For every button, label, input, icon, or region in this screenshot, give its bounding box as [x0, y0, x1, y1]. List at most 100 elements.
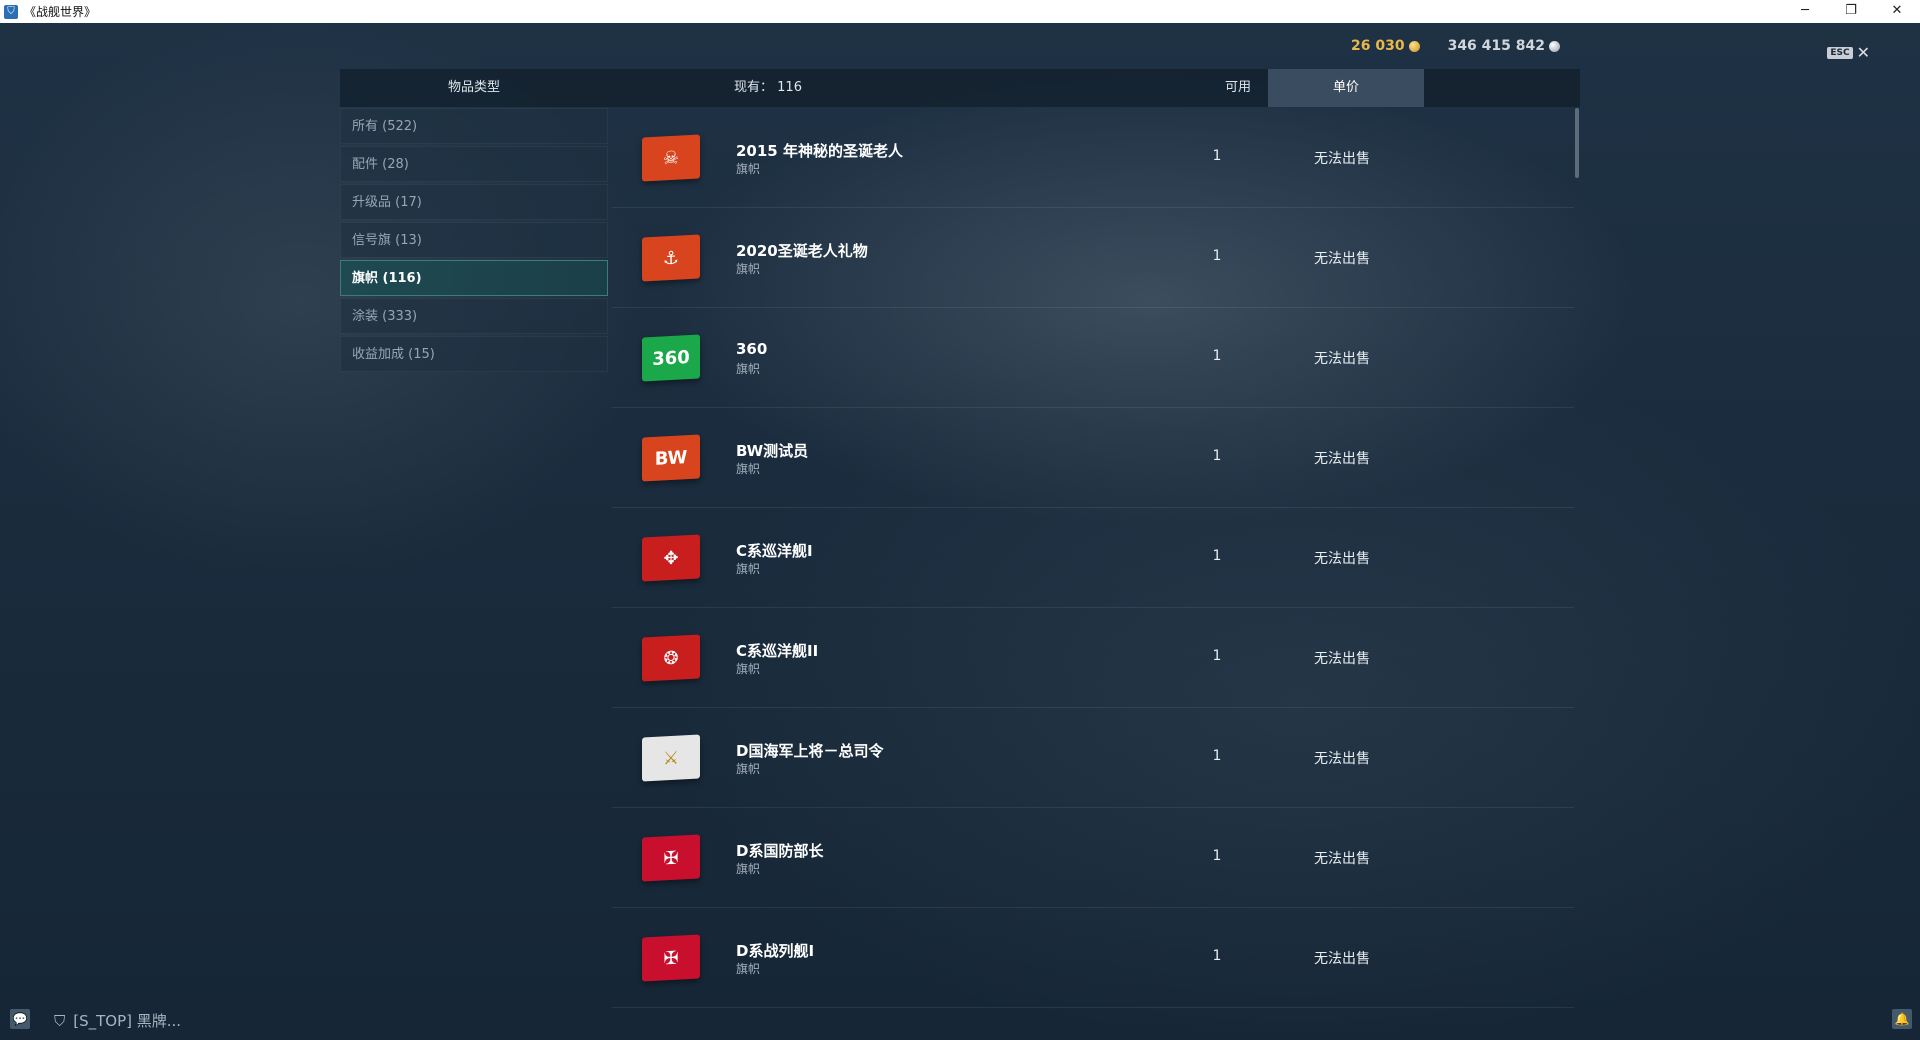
silver-balance: 346 415 842 — [1448, 38, 1560, 54]
table-row[interactable]: ☠ 2015 年神秘的圣诞老人旗帜 1 无法出售 — [612, 108, 1574, 208]
shield-icon: ⛉ — [4, 4, 18, 19]
crossed-swords-flag-icon: ⚔ — [642, 734, 700, 782]
category-item[interactable]: 升级品 (17) — [340, 184, 608, 220]
table-row[interactable]: 360 360 旗帜 1 无法出售 — [612, 308, 1574, 408]
anchor-flag-icon: ⚓ — [642, 234, 700, 282]
item-available: 1 — [1212, 948, 1222, 964]
credit-icon — [1549, 40, 1560, 52]
360-flag-icon: 360 — [642, 334, 700, 382]
eagle-flag-icon: ✠ — [642, 934, 700, 982]
item-name: BW测试员 — [736, 442, 809, 460]
item-name: 360 — [736, 340, 768, 358]
doubloon-icon — [1408, 40, 1420, 52]
inventory-header: 物品类型 现有： 116 可用 单价 — [340, 69, 1580, 107]
restore-button[interactable]: ❐ — [1828, 0, 1874, 23]
item-name: C系巡洋舰I — [736, 542, 813, 560]
item-price: 无法出售 — [1314, 851, 1370, 867]
item-price: 无法出售 — [1314, 651, 1370, 667]
item-type-header: 物品类型 — [447, 80, 500, 95]
bottom-bar: 💬 ⛉ [S_TOP] 黑牌... 🔔 — [0, 1002, 1920, 1040]
owned-count-label: 现有： — [734, 80, 774, 95]
item-price: 无法出售 — [1314, 951, 1370, 967]
flag-glyph: ⚔ — [662, 747, 680, 769]
flag-glyph: ⚓ — [662, 247, 680, 269]
clan-shield-icon: ⛉ — [54, 1011, 66, 1030]
category-item[interactable]: 所有 (522) — [340, 108, 608, 144]
esc-key-label: ESC — [1827, 46, 1853, 59]
item-available: 1 — [1212, 548, 1222, 564]
table-row[interactable]: ⚓ 2020圣诞老人礼物旗帜 1 无法出售 — [612, 208, 1574, 308]
item-type: 旗帜 — [736, 362, 761, 376]
item-type: 旗帜 — [736, 562, 761, 576]
flag-glyph: ✠ — [663, 947, 679, 969]
santa-flag-icon: ☠ — [642, 134, 700, 182]
item-price: 无法出售 — [1314, 351, 1370, 367]
flag-glyph: ❂ — [663, 647, 679, 669]
esc-close-button[interactable]: ESC ✕ — [1827, 43, 1870, 62]
gold-balance: 26 030 — [1351, 38, 1420, 54]
close-window-button[interactable]: ✕ — [1874, 0, 1920, 23]
iron-cross-flag-icon: ✠ — [642, 834, 700, 882]
item-list: ☠ 2015 年神秘的圣诞老人 旗帜 1 无法出售 ⚓ 2020圣诞老人礼物 旗帜 1 无法出售 3… — [612, 108, 1574, 1010]
item-available: 1 — [1212, 248, 1222, 264]
item-available: 1 — [1212, 748, 1222, 764]
item-price: 无法出售 — [1314, 251, 1370, 267]
flag-glyph: ☠ — [662, 147, 680, 169]
category-item[interactable]: 收益加成 (15) — [340, 336, 608, 372]
table-row[interactable]: BW BW测试员旗帜 1 无法出售 — [612, 408, 1574, 508]
category-item[interactable]: 旗帜 (116) — [340, 260, 608, 296]
item-type: 旗帜 — [736, 262, 761, 276]
item-type: 旗帜 — [736, 862, 761, 876]
item-available: 1 — [1212, 648, 1222, 664]
item-type: 旗帜 — [736, 962, 761, 976]
bell-icon[interactable]: 🔔 — [1892, 1009, 1912, 1029]
close-icon: ✕ — [1856, 43, 1870, 62]
category-sidebar: 所有 (522) 配件 (28) 升级品 (17) 信号旗 (13) 旗帜 (116) 涂… — [340, 108, 608, 374]
item-available: 1 — [1212, 448, 1222, 464]
item-type: 旗帜 — [736, 162, 761, 176]
item-name: C系巡洋舰II — [736, 642, 819, 660]
owned-count-value: 116 — [777, 80, 802, 95]
item-type: 旗帜 — [736, 662, 761, 676]
item-type: 旗帜 — [736, 762, 761, 776]
item-available: 1 — [1212, 848, 1222, 864]
item-name: D系战列舰I — [736, 942, 815, 960]
gold-amount: 26 030 — [1350, 38, 1405, 54]
table-row[interactable]: ✠ D系战列舰I 旗帜 1 无法出售 — [612, 908, 1574, 1008]
item-available: 1 — [1212, 148, 1222, 164]
available-column-header[interactable]: 可用 — [1200, 69, 1276, 107]
emblem-flag-icon: ❂ — [642, 634, 700, 682]
clan-text: [S_TOP] 黑牌... — [73, 1012, 182, 1030]
price-column-header[interactable]: 单价 — [1268, 69, 1424, 107]
table-row[interactable]: ❂ C系巡洋舰II 旗帜 1 无法出售 — [612, 608, 1574, 708]
category-item[interactable]: 信号旗 (13) — [340, 222, 608, 258]
list-scrollbar[interactable] — [1575, 108, 1579, 178]
bw-flag-icon: BW — [642, 434, 700, 482]
item-price: 无法出售 — [1314, 451, 1370, 467]
table-row[interactable]: ✠ D系国防部长旗帜 1 无法出售 — [612, 808, 1574, 908]
item-available: 1 — [1212, 348, 1222, 364]
ornament-flag-icon: ✥ — [642, 534, 700, 582]
item-price: 无法出售 — [1314, 151, 1370, 167]
table-row[interactable]: ⚔ D国海军上将－总司令旗帜 1 无法出售 — [612, 708, 1574, 808]
flag-glyph: BW — [654, 446, 688, 470]
item-name: D国海军上将－总司令 — [736, 742, 884, 760]
flag-glyph: ✠ — [663, 847, 679, 869]
item-type: 旗帜 — [736, 462, 761, 476]
currency-bar: 26 030 346 415 842 — [1351, 38, 1560, 54]
owned-count: 现有： 116 — [734, 69, 802, 107]
title-bar: ⛉ 《战舰世界》 ─ ❐ ✕ — [0, 0, 1920, 23]
category-item[interactable]: 配件 (28) — [340, 146, 608, 182]
item-name: D系国防部长 — [736, 842, 824, 860]
item-name: 2020圣诞老人礼物 — [736, 242, 868, 260]
chat-icon[interactable]: 💬 — [10, 1009, 30, 1029]
item-price: 无法出售 — [1314, 751, 1370, 767]
minimize-button[interactable]: ─ — [1782, 0, 1828, 23]
silver-amount: 346 415 842 — [1447, 38, 1545, 54]
item-name: 2015 年神秘的圣诞老人 — [736, 142, 903, 160]
flag-glyph: 360 — [652, 346, 690, 370]
flag-glyph: ✥ — [663, 547, 679, 569]
clan-tag[interactable]: ⛉ [S_TOP] 黑牌... — [54, 1010, 181, 1031]
table-row[interactable]: ✥ C系巡洋舰I 旗帜 1 无法出售 — [612, 508, 1574, 608]
category-item[interactable]: 涂装 (333) — [340, 298, 608, 334]
